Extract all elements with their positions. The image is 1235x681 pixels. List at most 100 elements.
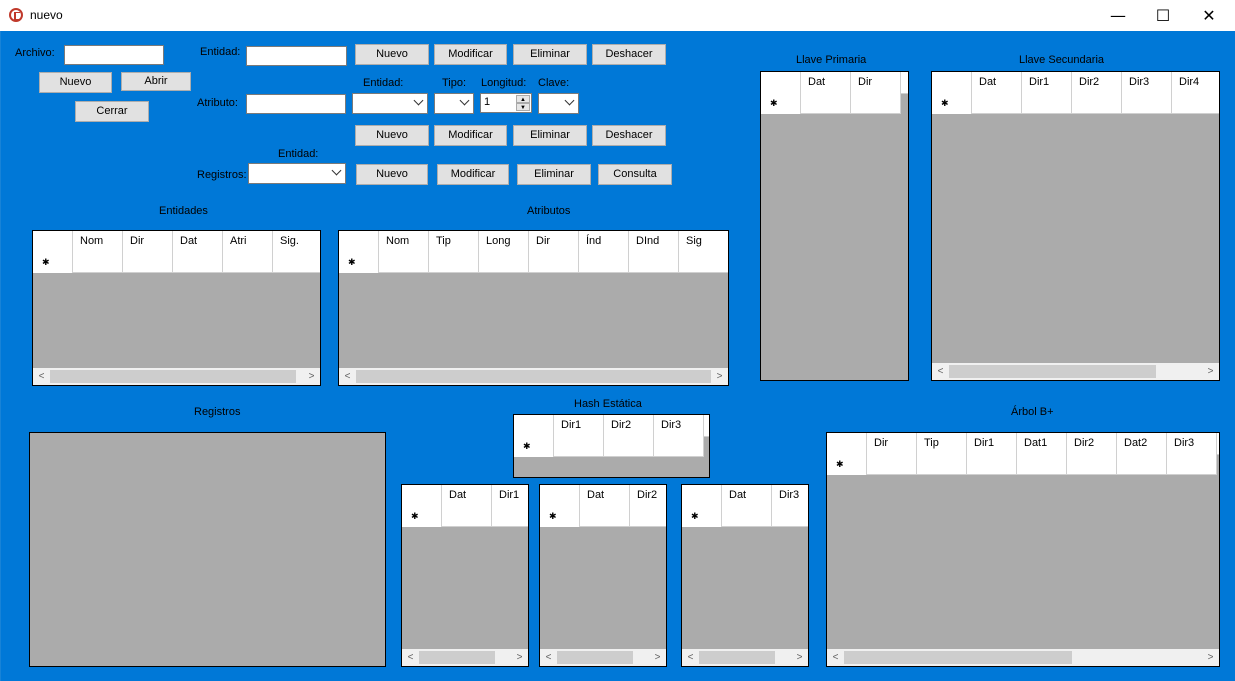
column-header[interactable]: Sig [679, 231, 728, 252]
grid-cell[interactable] [580, 506, 630, 527]
scroll-right-icon[interactable]: > [791, 649, 808, 666]
grid-cell[interactable] [442, 506, 492, 527]
grid-corner-cell[interactable] [33, 231, 73, 252]
records-delete-button[interactable]: Eliminar [517, 164, 591, 185]
scroll-left-icon[interactable]: < [827, 649, 844, 666]
entity-delete-button[interactable]: Eliminar [513, 44, 587, 65]
grid-corner-cell[interactable] [540, 485, 580, 506]
hash-bucket-grid-3[interactable]: Dat Dir3 ✱ < > [681, 484, 809, 667]
file-close-button[interactable]: Cerrar [75, 101, 149, 122]
scroll-right-icon[interactable]: > [649, 649, 666, 666]
hash-bucket-grid-2[interactable]: Dat Dir2 ✱ < > [539, 484, 667, 667]
grid-cell[interactable] [917, 454, 967, 475]
spin-down-icon[interactable]: ▼ [516, 103, 530, 111]
scroll-thumb[interactable] [844, 651, 1072, 664]
attr-delete-button[interactable]: Eliminar [513, 125, 587, 146]
scroll-thumb[interactable] [356, 370, 711, 383]
horizontal-scrollbar[interactable]: < > [540, 649, 666, 666]
column-header[interactable]: Dir1 [492, 485, 528, 506]
grid-new-row[interactable]: ✱ [827, 454, 1217, 475]
file-name-input[interactable] [64, 45, 164, 65]
scroll-left-icon[interactable]: < [33, 368, 50, 385]
grid-cell[interactable] [801, 93, 851, 114]
grid-cell[interactable] [772, 506, 808, 527]
grid-new-row[interactable]: ✱ [540, 506, 666, 527]
horizontal-scrollbar[interactable]: < > [827, 649, 1219, 666]
column-header[interactable]: Dir [529, 231, 579, 252]
column-header[interactable]: Dir3 [1167, 433, 1217, 454]
grid-cell[interactable] [479, 252, 529, 273]
records-new-button[interactable]: Nuevo [356, 164, 428, 185]
records-panel[interactable] [29, 432, 386, 667]
grid-cell[interactable] [223, 252, 273, 273]
column-header[interactable]: Dat [972, 72, 1022, 93]
grid-new-row[interactable]: ✱ [761, 93, 901, 114]
horizontal-scrollbar[interactable]: < > [33, 368, 320, 385]
grid-cell[interactable] [867, 454, 917, 475]
spin-up-icon[interactable]: ▲ [516, 95, 530, 103]
column-header[interactable]: Dir [851, 72, 901, 93]
entity-name-input[interactable] [246, 46, 347, 66]
grid-cell[interactable] [722, 506, 772, 527]
grid-cell[interactable] [679, 252, 728, 273]
scroll-right-icon[interactable]: > [711, 368, 728, 385]
column-header[interactable]: Dir2 [604, 415, 654, 436]
attributes-grid[interactable]: Nom Tip Long Dir Índ DInd Sig ✱ < > [338, 230, 729, 386]
grid-cell[interactable] [1167, 454, 1217, 475]
column-header[interactable]: Dir [123, 231, 173, 252]
grid-cell[interactable] [654, 436, 704, 457]
scroll-right-icon[interactable]: > [1202, 363, 1219, 380]
horizontal-scrollbar[interactable]: < > [339, 368, 728, 385]
column-header[interactable]: Dir1 [967, 433, 1017, 454]
grid-corner-cell[interactable] [514, 415, 554, 436]
grid-cell[interactable] [73, 252, 123, 273]
grid-cell[interactable] [851, 93, 901, 114]
column-header[interactable]: Sig. [273, 231, 320, 252]
secondary-key-grid[interactable]: Dat Dir1 Dir2 Dir3 Dir4 ✱ < > [931, 71, 1220, 381]
grid-cell[interactable] [604, 436, 654, 457]
column-header[interactable]: Dir3 [772, 485, 808, 506]
scroll-left-icon[interactable]: < [682, 649, 699, 666]
scroll-left-icon[interactable]: < [932, 363, 949, 380]
attr-entity-select[interactable] [352, 93, 428, 114]
column-header[interactable]: Nom [73, 231, 123, 252]
grid-corner-cell[interactable] [761, 72, 801, 93]
grid-new-row[interactable]: ✱ [514, 436, 704, 457]
grid-cell[interactable] [492, 506, 528, 527]
column-header[interactable]: Nom [379, 231, 429, 252]
scroll-thumb[interactable] [419, 651, 495, 664]
scroll-left-icon[interactable]: < [402, 649, 419, 666]
column-header[interactable]: Dir2 [630, 485, 666, 506]
records-modify-button[interactable]: Modificar [437, 164, 509, 185]
column-header[interactable]: Dir3 [654, 415, 704, 436]
entity-new-button[interactable]: Nuevo [355, 44, 429, 65]
primary-key-grid[interactable]: Dat Dir ✱ [760, 71, 909, 381]
column-header[interactable]: Dir4 [1172, 72, 1219, 93]
scroll-thumb[interactable] [50, 370, 296, 383]
column-header[interactable]: Dir [867, 433, 917, 454]
scroll-right-icon[interactable]: > [1202, 649, 1219, 666]
grid-corner-cell[interactable] [339, 231, 379, 252]
grid-new-row[interactable]: ✱ [682, 506, 808, 527]
entity-undo-button[interactable]: Deshacer [592, 44, 666, 65]
attr-modify-button[interactable]: Modificar [434, 125, 507, 146]
records-entity-select[interactable] [248, 163, 346, 184]
maximize-button[interactable]: ☐ [1140, 0, 1186, 31]
hash-bucket-grid-1[interactable]: Dat Dir1 ✱ < > [401, 484, 529, 667]
attr-new-button[interactable]: Nuevo [355, 125, 429, 146]
column-header[interactable]: Dir1 [554, 415, 604, 436]
column-header[interactable]: Dir3 [1122, 72, 1172, 93]
hash-grid[interactable]: Dir1 Dir2 Dir3 ✱ [513, 414, 710, 478]
grid-cell[interactable] [273, 252, 320, 273]
column-header[interactable]: DInd [629, 231, 679, 252]
grid-cell[interactable] [429, 252, 479, 273]
grid-new-row[interactable]: ✱ [339, 252, 728, 273]
grid-cell[interactable] [972, 93, 1022, 114]
attr-length-stepper[interactable]: 1 ▲ ▼ [480, 93, 532, 113]
grid-new-row[interactable]: ✱ [932, 93, 1219, 114]
grid-cell[interactable] [554, 436, 604, 457]
records-query-button[interactable]: Consulta [598, 164, 672, 185]
attribute-name-input[interactable] [246, 94, 346, 114]
entity-modify-button[interactable]: Modificar [434, 44, 507, 65]
column-header[interactable]: Índ [579, 231, 629, 252]
